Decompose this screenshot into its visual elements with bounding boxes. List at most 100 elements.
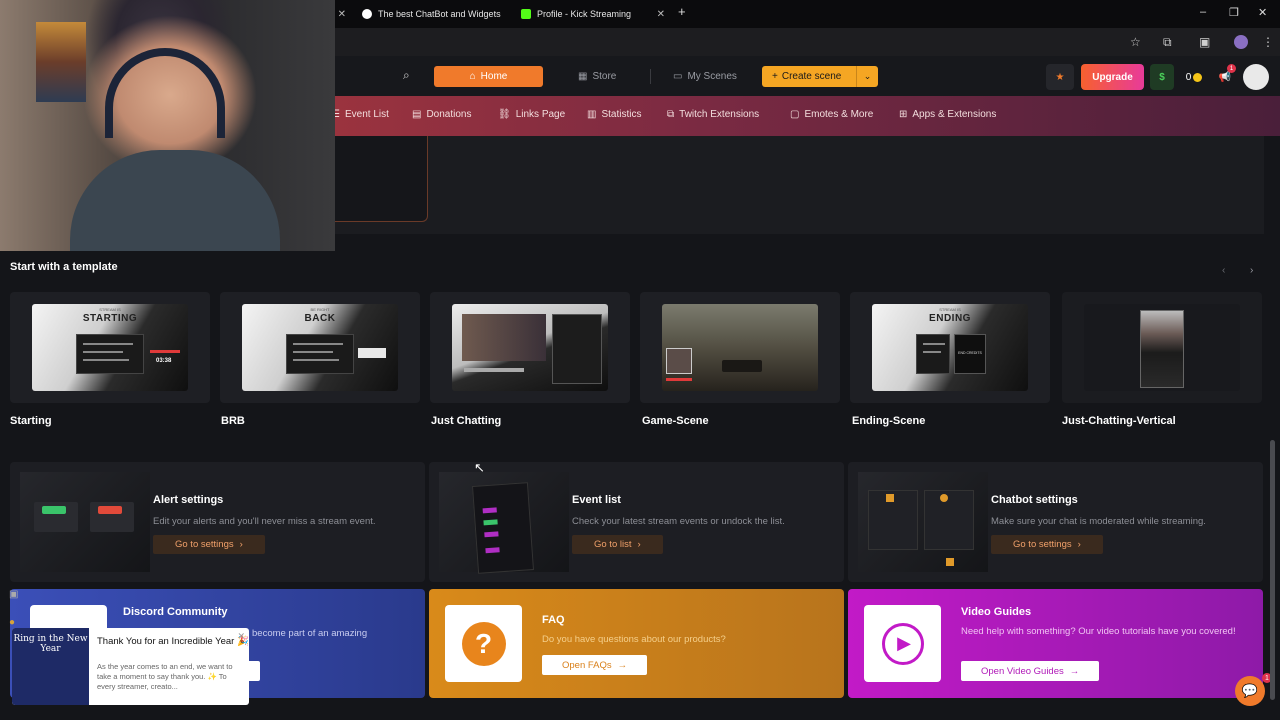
mouse-cursor-icon: ↖ [474,460,485,475]
subnav-label: Twitch Extensions [679,109,760,120]
chatbot-illustration [858,472,988,572]
my-scenes-link[interactable]: ▭ My Scenes [673,66,737,87]
play-icon: ▶ [864,605,941,682]
feature-card-chatbot: Chatbot settings Make sure your chat is … [848,462,1263,582]
open-faqs-button[interactable]: Open FAQs → [542,655,648,675]
template-card-brb[interactable]: BE RIGHT BACK [220,292,420,403]
maximize-button[interactable]: ❐ [1229,6,1239,19]
subnav-donations[interactable]: ▤ Donations [412,109,471,120]
help-title: Discord Community [123,606,228,618]
emote-icon: ▢ [790,109,800,120]
subnav-twitch-extensions[interactable]: ⧉ Twitch Extensions [667,109,759,120]
alerts-illustration [20,472,150,572]
template-label[interactable]: Ending-Scene [852,415,925,427]
bookmark-star-icon[interactable]: ☆ [1130,35,1141,49]
home-button[interactable]: ⌂ Home [434,66,543,87]
menu-kebab-icon[interactable]: ⋮ [1262,35,1274,49]
chat-support-button[interactable]: 💬 [1235,676,1265,706]
carousel-prev-icon[interactable]: ‹ [1222,265,1225,276]
kick-favicon-icon [521,9,531,19]
apps-icon: ⊞ [899,109,908,120]
new-tab-button[interactable]: + [678,4,686,19]
help-description: become part of an amazing [252,628,368,639]
chatbot-favicon-icon [362,9,372,19]
notification-badge: 1 [1227,64,1236,73]
close-icon[interactable]: ✕ [657,9,665,20]
question-icon: ? [445,605,522,682]
template-card-game-scene[interactable] [640,292,840,403]
chevron-down-icon[interactable]: ⌄ [856,66,878,87]
upgrade-button[interactable]: Upgrade [1081,64,1144,90]
coins-display[interactable]: 0 [1180,64,1208,90]
thumb-webcam [666,348,692,374]
event-list-illustration [439,472,569,574]
search-icon[interactable]: ⌕ [403,68,410,83]
tab-title: The best ChatBot and Widgets [378,9,501,19]
store-link[interactable]: ▦ Store [578,66,616,87]
favorites-star-icon[interactable]: ★ [1046,64,1074,90]
cast-icon[interactable]: ▣ [1199,35,1210,49]
home-label: Home [480,71,508,82]
announcement-toast[interactable]: Ring in the New Year Thank You for an In… [12,628,249,705]
thumb-line [464,368,524,372]
subnav-emotes[interactable]: ▢ Emotes & More [790,109,873,120]
stats-icon: ▥ [587,109,597,120]
subnav-label: Statistics [601,109,642,120]
plus-icon: + [772,71,778,82]
templates-heading: Start with a template [10,261,118,273]
arrow-right-icon: → [617,659,628,671]
thumb-panel [286,334,354,374]
subnav-event-list[interactable]: ☰ Event List [331,109,389,120]
feedback-icon[interactable]: ▣ [9,589,18,600]
template-card-just-chatting-vertical[interactable] [1062,292,1262,403]
streamer-shirt [70,150,280,251]
go-to-settings-button[interactable]: Go to settings › [153,535,265,554]
go-to-settings-button[interactable]: Go to settings › [991,535,1103,554]
button-label: Go to list [594,539,632,550]
template-label[interactable]: Starting [10,415,52,427]
template-label[interactable]: BRB [221,415,245,427]
tab-chatbot[interactable]: The best ChatBot and Widgets [362,4,510,24]
create-scene-button[interactable]: + Create scene ⌄ [762,66,878,87]
help-title: FAQ [542,614,565,626]
store-label: Store [592,71,617,82]
dollar-button[interactable]: $ [1150,64,1174,90]
thumb-credits: END CREDITS [954,334,986,374]
minimize-button[interactable]: – [1200,6,1206,18]
scrollbar[interactable] [1270,440,1275,700]
chevron-right-icon: › [637,539,641,550]
subnav-apps-extensions[interactable]: ⊞ Apps & Extensions [899,109,996,120]
gift-icon[interactable]: ● [9,617,15,628]
create-scene-label: Create scene [781,71,842,82]
subnav-statistics[interactable]: ▥ Statistics [587,109,641,120]
open-video-guides-button[interactable]: Open Video Guides → [961,661,1100,681]
button-label: Open FAQs [562,659,612,671]
template-card-ending-scene[interactable]: STREAM IS ENDING END CREDITS [850,292,1050,403]
feature-card-event-list: Event list Check your latest stream even… [429,462,844,582]
close-window-button[interactable]: ✕ [1258,6,1267,19]
close-icon[interactable]: ✕ [237,631,245,642]
go-to-list-button[interactable]: Go to list › [572,535,663,554]
feature-title: Alert settings [153,494,224,506]
donation-icon: ▤ [412,109,422,120]
tab-title: Profile - Kick Streaming [537,9,632,19]
template-thumbnail: STREAM IS ENDING END CREDITS [872,304,1028,391]
tab-kick-profile[interactable]: Profile - Kick Streaming ✕ [521,4,665,24]
profile-avatar-icon[interactable] [1234,35,1248,49]
carousel-next-icon[interactable]: › [1250,265,1253,276]
coin-count: 0 [1185,71,1192,83]
template-label[interactable]: Game-Scene [642,415,709,427]
template-label[interactable]: Just Chatting [431,415,501,427]
template-card-just-chatting[interactable] [430,292,630,403]
avatar[interactable] [1243,64,1269,90]
subnav-label: Event List [344,109,389,120]
thumb-title: ENDING [929,313,971,324]
extensions-icon[interactable]: ⧉ [1163,35,1172,50]
template-label[interactable]: Just-Chatting-Vertical [1062,415,1176,427]
help-card-video-guides: ▶ Video Guides Need help with something?… [848,589,1263,698]
template-card-starting[interactable]: STREAM IS STARTING 03:38 [10,292,210,403]
feature-description: Check your latest stream events or undoc… [572,516,785,527]
help-title: Video Guides [961,606,1032,618]
thumb-subtitle: STREAM IS [939,307,961,312]
subnav-links-page[interactable]: ⛓ Links Page [498,109,565,120]
